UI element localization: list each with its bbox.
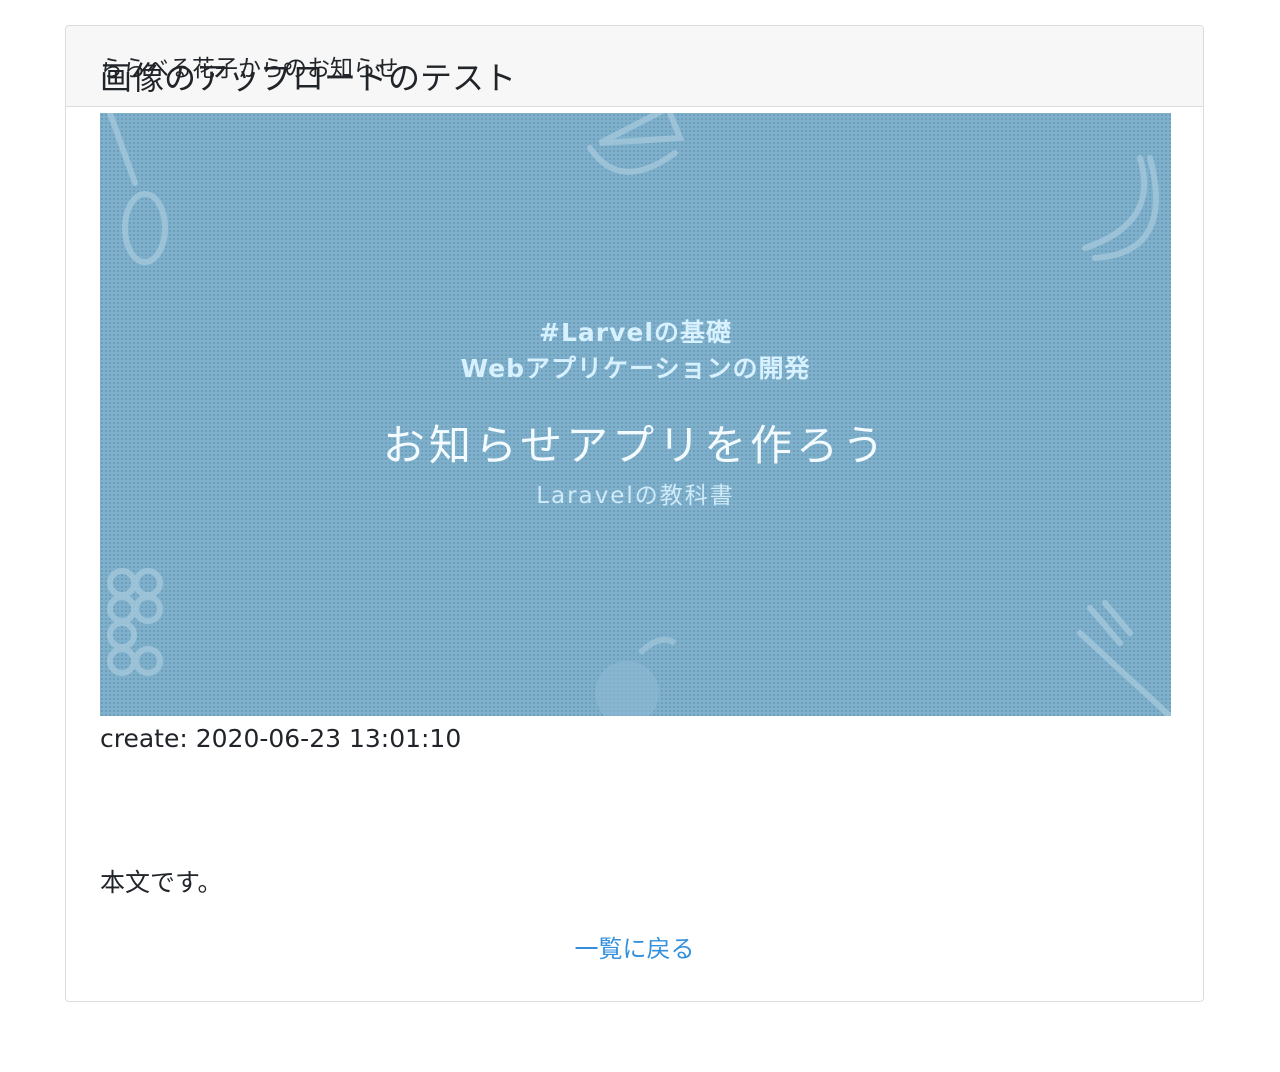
food-pattern-decoration (107, 113, 1171, 716)
watermelon-icon (587, 113, 685, 175)
image-small-line: Laravelの教科書 (536, 483, 735, 509)
spoon-icon (107, 113, 168, 265)
notice-card: ららべる花子からのお知らせ 画像のアップロードのテスト #Larvelの基礎 W… (65, 25, 1204, 1002)
post-body: 本文です。 (100, 868, 223, 897)
post-image: #Larvelの基礎 Webアプリケーションの開発 お知らせアプリを作ろう La… (100, 113, 1171, 716)
back-to-list-link[interactable]: 一覧に戻る (66, 934, 1203, 964)
image-tag-line: #Larvelの基礎 (539, 318, 732, 347)
image-sub-line: Webアプリケーションの開発 (460, 354, 811, 383)
created-timestamp: create: 2020-06-23 13:01:10 (100, 724, 462, 753)
grapes-icon (107, 568, 163, 676)
post-title: 画像のアップロードのテスト (100, 59, 517, 97)
image-main-line: お知らせアプリを作ろう (382, 421, 889, 470)
fork-icon (1077, 600, 1171, 716)
orange-icon (595, 636, 677, 716)
banana-icon (1082, 155, 1159, 261)
